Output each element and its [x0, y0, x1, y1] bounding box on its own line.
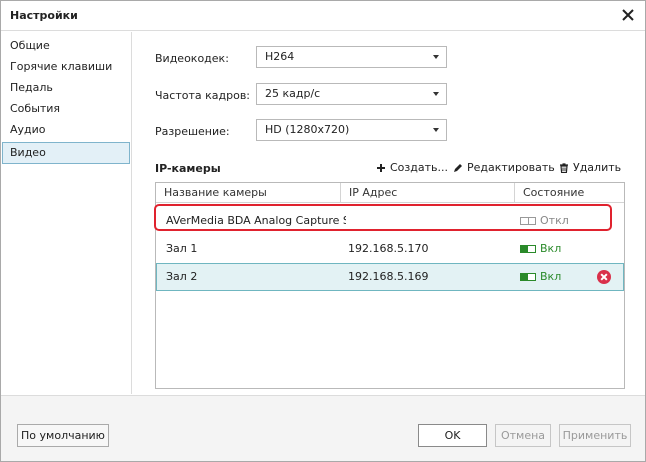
ip-cameras-table: Название камеры IP Адрес Состояние AVerM…	[155, 182, 625, 389]
camera-status: Вкл	[520, 235, 561, 263]
sidebar-item-pedal[interactable]: Педаль	[2, 77, 130, 99]
framerate-value: 25 кадр/с	[265, 87, 321, 100]
remove-camera-icon[interactable]	[597, 270, 611, 284]
sidebar-item-audio[interactable]: Аудио	[2, 119, 130, 141]
title-bar: Настройки	[1, 1, 645, 31]
framerate-label: Частота кадров:	[155, 89, 251, 102]
column-header-status[interactable]: Состояние	[514, 183, 624, 203]
camera-status-text: Вкл	[540, 242, 562, 255]
create-camera-button[interactable]: Создать...	[376, 160, 448, 176]
trash-icon	[560, 163, 568, 173]
dialog-footer: По умолчанию OK Отмена Применить	[1, 395, 645, 461]
camera-ip: 192.168.5.170	[348, 242, 429, 255]
restore-defaults-button[interactable]: По умолчанию	[17, 424, 109, 447]
resolution-label: Разрешение:	[155, 125, 230, 138]
camera-status-text: Вкл	[540, 270, 562, 283]
camera-status: Откл	[520, 207, 569, 235]
chevron-down-icon	[433, 92, 439, 96]
table-row[interactable]: Зал 1 192.168.5.170 Вкл	[156, 235, 624, 263]
apply-button[interactable]: Применить	[559, 424, 631, 447]
settings-window: Настройки Общие Горячие клавиши Педаль С…	[0, 0, 646, 462]
sidebar-item-hotkeys[interactable]: Горячие клавиши	[2, 56, 130, 78]
column-header-ip[interactable]: IP Адрес	[340, 183, 514, 203]
edit-camera-button[interactable]: Редактировать	[453, 160, 555, 176]
codec-value: H264	[265, 50, 295, 63]
window-title: Настройки	[10, 9, 78, 22]
toggle-on-icon	[520, 273, 536, 281]
camera-ip	[348, 207, 508, 235]
sidebar-item-video[interactable]: Видео	[2, 142, 130, 164]
table-header: Название камеры IP Адрес Состояние	[156, 183, 624, 203]
camera-status: Вкл	[520, 264, 561, 290]
sidebar-item-general[interactable]: Общие	[2, 35, 130, 57]
table-row[interactable]: Зал 2 192.168.5.169 Вкл	[156, 263, 624, 291]
toggle-on-icon	[520, 245, 536, 253]
table-row[interactable]: AVerMedia BDA Analog Capture S Откл	[156, 207, 624, 235]
edit-camera-label: Редактировать	[467, 161, 555, 174]
pencil-icon	[454, 164, 462, 172]
camera-name: AVerMedia BDA Analog Capture S	[166, 214, 346, 227]
ok-button[interactable]: OK	[418, 424, 487, 447]
framerate-select[interactable]: 25 кадр/с	[256, 83, 447, 105]
ip-cameras-title: IP-камеры	[155, 162, 221, 175]
create-camera-label: Создать...	[390, 161, 448, 174]
cancel-button[interactable]: Отмена	[495, 424, 551, 447]
camera-ip: 192.168.5.169	[348, 270, 429, 283]
codec-select[interactable]: H264	[256, 46, 447, 68]
sidebar-item-events[interactable]: События	[2, 98, 130, 120]
plus-icon	[377, 164, 385, 172]
toggle-off-icon	[520, 217, 536, 225]
delete-camera-button[interactable]: Удалить	[559, 160, 621, 176]
column-header-name[interactable]: Название камеры	[156, 183, 340, 203]
resolution-select[interactable]: HD (1280x720)	[256, 119, 447, 141]
camera-status-text: Откл	[540, 214, 569, 227]
video-settings-panel: Видеокодек: H264 Частота кадров: 25 кадр…	[133, 32, 645, 394]
close-icon[interactable]	[620, 7, 636, 23]
resolution-value: HD (1280x720)	[265, 123, 350, 136]
settings-sidebar: Общие Горячие клавиши Педаль События Ауд…	[1, 32, 132, 394]
delete-camera-label: Удалить	[573, 161, 622, 174]
chevron-down-icon	[433, 55, 439, 59]
chevron-down-icon	[433, 128, 439, 132]
codec-label: Видеокодек:	[155, 52, 229, 65]
camera-name: Зал 2	[166, 270, 198, 283]
camera-name: Зал 1	[166, 242, 198, 255]
